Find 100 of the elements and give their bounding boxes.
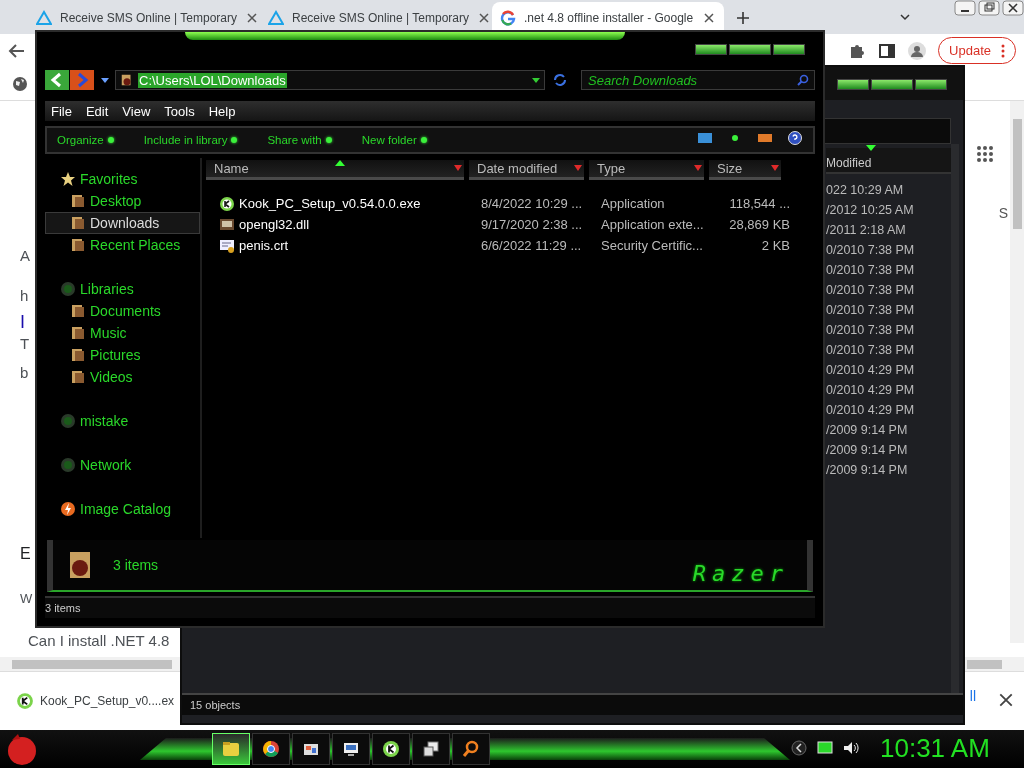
column-header[interactable]: Modified [826, 148, 951, 174]
taskbar-button[interactable] [412, 733, 450, 765]
globe-icon[interactable] [12, 76, 28, 92]
column-header[interactable]: Name [206, 160, 464, 180]
minimize-icon[interactable] [954, 0, 976, 16]
disc-icon [60, 413, 76, 429]
taskbar-button[interactable] [332, 733, 370, 765]
sidebar-item[interactable]: mistake [45, 410, 200, 432]
pane-icon[interactable] [757, 131, 773, 145]
date-cell-text: 0/2010 7:38 PM [826, 262, 916, 279]
file-icon [219, 216, 235, 233]
caret-icon[interactable] [101, 76, 109, 84]
help-icon[interactable] [787, 131, 803, 145]
chevron-icon[interactable] [790, 740, 808, 756]
date-cell-text: 0/2010 7:38 PM [826, 322, 916, 339]
taskbar-button[interactable] [372, 733, 410, 765]
devices-icon [421, 739, 441, 759]
column-header[interactable]: Size [709, 160, 781, 180]
profile-icon[interactable] [908, 41, 927, 60]
toolbar-button[interactable]: Organize [53, 134, 140, 146]
close-icon[interactable] [476, 11, 491, 25]
file-name[interactable]: penis.crt [239, 238, 289, 253]
sidebar-item[interactable]: Recent Places [45, 234, 200, 256]
menu-item[interactable]: Edit [81, 103, 113, 119]
disc-icon [60, 281, 76, 297]
close-icon[interactable] [702, 11, 716, 25]
search-field[interactable]: Search Downloads [581, 70, 815, 90]
scrollbar-thumb[interactable] [12, 659, 172, 669]
close-icon[interactable] [244, 11, 259, 25]
network-icon[interactable] [816, 740, 834, 756]
status-bar: 15 objects [182, 693, 963, 715]
toolbar-button[interactable]: New folder [357, 134, 453, 146]
close-icon[interactable] [1002, 0, 1024, 16]
toolbar-button[interactable]: Include in library [139, 134, 264, 146]
plus-icon[interactable] [736, 11, 750, 25]
taskbar-button[interactable] [452, 733, 490, 765]
column-header[interactable]: Type [589, 160, 704, 180]
menu-item[interactable]: Help [204, 103, 240, 119]
sidebar-item[interactable]: Network [45, 454, 200, 476]
size-cell-text: 118,544 ... [728, 196, 790, 211]
page-link[interactable]: I [20, 312, 25, 332]
sidebar-item[interactable]: Documents [45, 300, 200, 322]
sidebar-item[interactable]: Favorites [45, 168, 200, 190]
page-text: S [998, 205, 1008, 221]
file-name[interactable]: Kook_PC_Setup_v0.54.0.0.exe [239, 196, 421, 211]
apps-grid-icon[interactable] [976, 145, 994, 163]
page-text: T [20, 334, 30, 354]
show-all-button[interactable]: ll [969, 688, 976, 704]
view-icon[interactable] [697, 131, 713, 145]
menu-icon[interactable] [1001, 43, 1005, 58]
toolbar-button[interactable]: Share with [263, 134, 358, 146]
download-filename[interactable]: Kook_PC_Setup_v0....ex [40, 694, 175, 708]
refresh-icon[interactable] [551, 71, 569, 89]
side-panel-icon[interactable] [878, 41, 897, 60]
taskbar-button[interactable] [292, 733, 330, 765]
sidebar-item[interactable]: Music [45, 322, 200, 344]
app-icon [381, 739, 401, 759]
size-cell-text: 28,869 KB [728, 217, 790, 232]
taskbar-button[interactable] [252, 733, 290, 765]
restore-icon[interactable] [978, 0, 1000, 16]
date-cell-text: 8/4/2022 10:29 ... [480, 196, 584, 211]
page-text: b [20, 363, 29, 383]
google-icon [500, 10, 516, 26]
file-name[interactable]: opengl32.dll [239, 217, 310, 232]
logo: Razer [692, 561, 789, 586]
close-icon[interactable] [998, 692, 1014, 708]
status-bar: 3 items [45, 596, 815, 618]
back-arrow-icon[interactable] [8, 42, 26, 60]
page-text: h [20, 286, 29, 306]
menu-item[interactable]: View [118, 103, 155, 119]
scrollbar-thumb[interactable] [967, 659, 1002, 669]
browser-icon [261, 739, 281, 759]
date-cell-text: 6/6/2022 11:29 ... [480, 238, 583, 253]
browser-tab[interactable]: Receive SMS Online | Temporary [28, 2, 260, 34]
column-header[interactable]: Date modified [469, 160, 584, 180]
menu-item[interactable]: Tools [160, 103, 199, 119]
sidebar-item[interactable]: Desktop [45, 190, 200, 212]
sidebar-item[interactable]: Libraries [45, 278, 200, 300]
window-controls-icon[interactable] [695, 44, 805, 55]
page-text: W [20, 590, 33, 608]
type-cell-text: Application [600, 196, 666, 211]
sidebar-item[interactable]: Image Catalog [45, 498, 200, 520]
date-cell-text: 0/2010 4:29 PM [826, 402, 916, 419]
window-controls-icon[interactable] [837, 79, 947, 90]
folder-icon [70, 325, 86, 341]
date-cell-text: 0/2010 7:38 PM [826, 342, 916, 359]
sidebar-item[interactable]: Pictures [45, 344, 200, 366]
size-cell-text: 2 KB [760, 238, 790, 253]
search-icon[interactable] [797, 74, 809, 86]
type-cell-text: Security Certific... [600, 238, 704, 253]
clock[interactable]: 10:31 AM [880, 733, 990, 764]
menu-item[interactable]: File [47, 103, 76, 119]
sidebar-item[interactable]: Downloads [45, 212, 200, 234]
folder-icon [70, 215, 86, 231]
volume-icon[interactable] [842, 740, 860, 756]
scrollbar[interactable] [1010, 101, 1024, 643]
sidebar-item[interactable]: Videos [45, 366, 200, 388]
browser-tab[interactable]: Receive SMS Online | Temporary [260, 2, 492, 34]
caret-icon[interactable] [532, 76, 540, 84]
update-button[interactable]: Update [938, 37, 1016, 64]
